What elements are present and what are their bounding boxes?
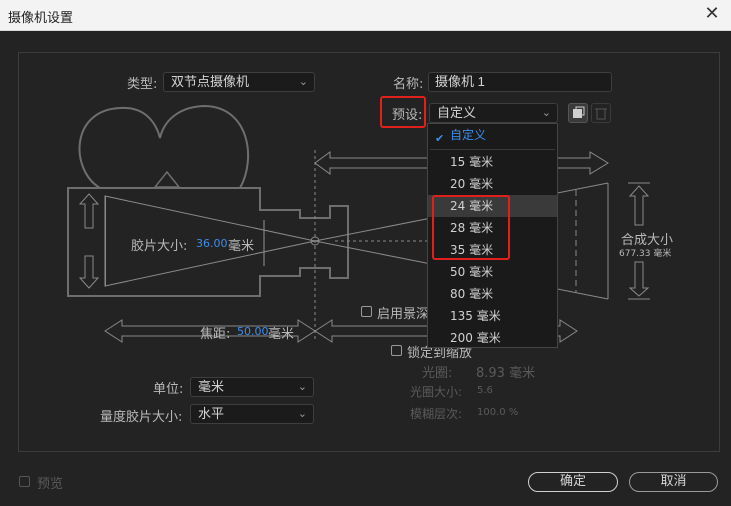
units-value: 毫米	[198, 380, 225, 395]
film-size-label: 胶片大小:	[131, 239, 188, 254]
preset-option[interactable]: 80 毫米	[428, 283, 557, 305]
title-bar: 摄像机设置 ✕	[0, 0, 731, 31]
type-label: 类型:	[127, 77, 158, 92]
aperture-label: 光圈:	[422, 366, 453, 381]
chevron-down-icon: ⌄	[298, 75, 308, 88]
preset-option[interactable]: 135 毫米	[428, 305, 557, 327]
preview-label: 预览	[37, 477, 64, 492]
comp-size-value: 677.33 毫米	[619, 249, 672, 259]
name-input[interactable]	[428, 72, 612, 92]
chevron-down-icon: ⌄	[297, 380, 307, 393]
preset-option[interactable]: 15 毫米	[428, 151, 557, 173]
preset-value: 自定义	[437, 106, 477, 121]
film-size-unit: 毫米	[228, 239, 255, 254]
dropdown-divider	[430, 149, 555, 150]
preset-select[interactable]: 自定义 ⌄	[429, 103, 558, 123]
save-preset-icon	[573, 106, 585, 118]
cancel-button[interactable]: 取消	[629, 472, 718, 492]
camera-settings-panel	[18, 52, 720, 452]
preset-label: 预设:	[392, 108, 423, 123]
preset-option[interactable]: ✔ 自定义	[428, 124, 557, 146]
checkmark-icon: ✔	[435, 132, 445, 145]
close-icon[interactable]: ✕	[701, 3, 723, 25]
name-label: 名称:	[393, 77, 424, 92]
fstop-label: 光圈大小:	[410, 385, 463, 399]
lock-zoom-checkbox[interactable]	[391, 345, 402, 356]
preview-checkbox[interactable]	[19, 476, 30, 487]
blur-value: 100.0 %	[477, 407, 519, 418]
type-select[interactable]: 双节点摄像机 ⌄	[163, 72, 315, 92]
units-label: 单位:	[153, 382, 184, 397]
trash-icon	[595, 108, 607, 120]
chevron-down-icon: ⌄	[541, 106, 551, 119]
units-select[interactable]: 毫米 ⌄	[190, 377, 314, 397]
chevron-down-icon: ⌄	[297, 407, 307, 420]
window-title: 摄像机设置	[8, 11, 74, 26]
delete-preset-button[interactable]	[591, 103, 611, 123]
focal-unit: 毫米	[268, 327, 295, 342]
measure-select[interactable]: 水平 ⌄	[190, 404, 314, 424]
preset-option[interactable]: 50 毫米	[428, 261, 557, 283]
fstop-value: 5.6	[477, 385, 493, 396]
preset-options-highlight	[432, 195, 510, 260]
preset-option[interactable]: 200 毫米	[428, 327, 557, 349]
save-preset-button[interactable]	[568, 103, 588, 123]
dof-checkbox[interactable]	[361, 306, 372, 317]
measure-value: 水平	[198, 407, 225, 422]
dof-label: 启用景深	[377, 307, 430, 322]
film-size-value[interactable]: 36.00	[196, 237, 228, 250]
type-value: 双节点摄像机	[171, 75, 250, 90]
preset-option[interactable]: 20 毫米	[428, 173, 557, 195]
focal-label: 焦距:	[200, 327, 231, 342]
ok-button[interactable]: 确定	[528, 472, 618, 492]
measure-label: 量度胶片大小:	[100, 410, 183, 425]
aperture-value: 8.93 毫米	[476, 366, 536, 381]
focal-value[interactable]: 50.00	[237, 325, 269, 338]
blur-label: 模糊层次:	[410, 407, 463, 421]
